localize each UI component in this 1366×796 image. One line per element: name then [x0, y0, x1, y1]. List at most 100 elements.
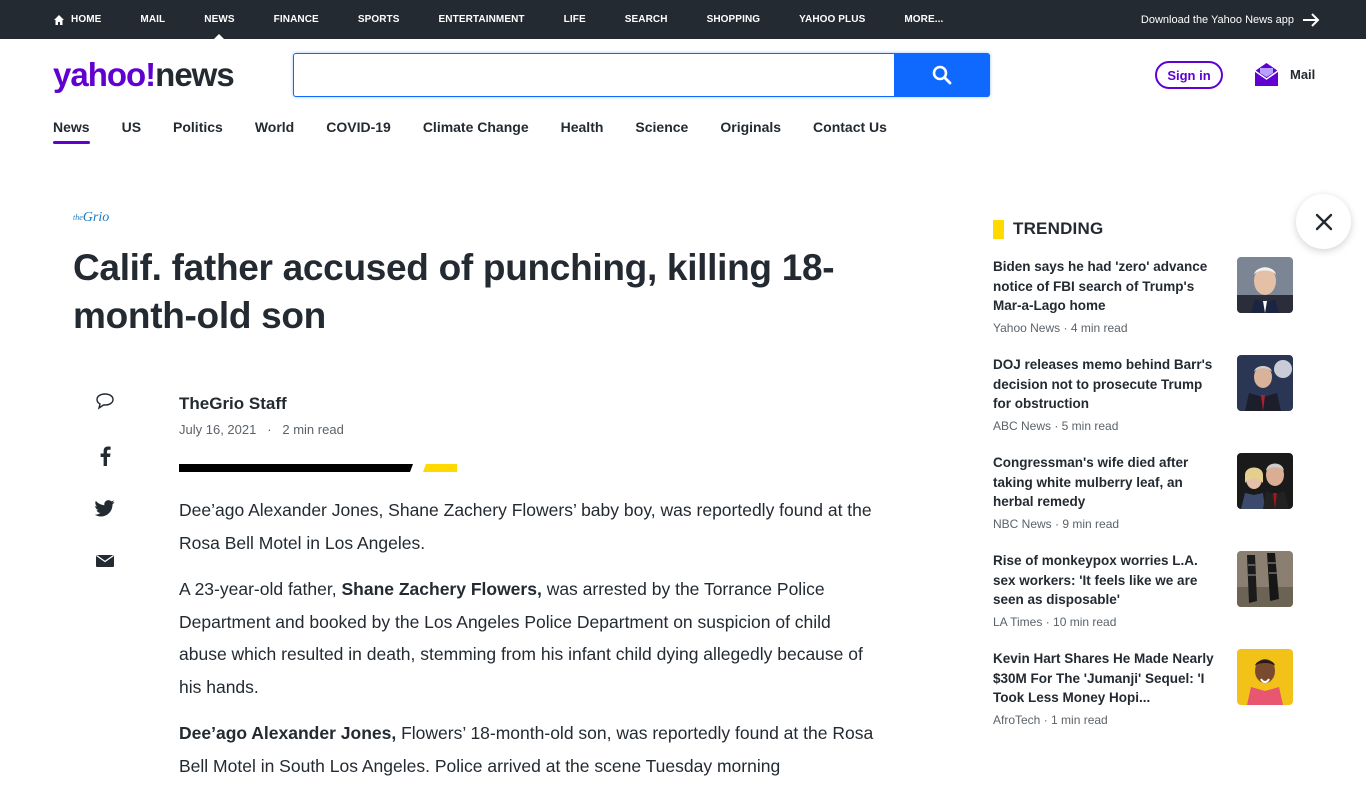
section-tab-world[interactable]: World	[255, 118, 294, 144]
comment-button[interactable]	[94, 392, 116, 446]
trending-item[interactable]: Rise of monkeypox worries L.A. sex worke…	[993, 551, 1293, 649]
top-nav-life-label: Life	[563, 14, 586, 25]
top-nav-news-label: News	[204, 14, 235, 25]
trending-accent-bar	[993, 219, 1004, 239]
trending-item-source: LA Times · 10 min read	[993, 615, 1117, 629]
top-nav-more[interactable]: More...	[904, 0, 943, 39]
top-nav-life[interactable]: Life	[564, 0, 586, 39]
read-time: 2 min read	[282, 422, 344, 437]
article-paragraph-3: Dee’ago Alexander Jones, Flowers’ 18-mon…	[179, 717, 879, 782]
logo-news-text: news	[155, 56, 235, 93]
home-icon	[54, 14, 64, 25]
mail-icon	[1254, 63, 1279, 86]
trending-thumbnail-image[interactable]	[1237, 649, 1293, 705]
comment-icon	[96, 393, 114, 410]
article-paragraph-2: A 23-year-old father, Shane Zachery Flow…	[179, 573, 879, 703]
top-nav-yahoo-plus[interactable]: Yahoo Plus	[799, 0, 865, 39]
yahoo-news-logo[interactable]: yahoo!news	[53, 56, 235, 94]
facebook-icon	[100, 446, 111, 466]
trending-title: TRENDING	[1013, 219, 1104, 238]
top-navigation-bar: Home Mail News Finance Sports Entertainm…	[0, 0, 1366, 39]
trending-item-source: AfroTech · 1 min read	[993, 713, 1108, 727]
section-tab-health[interactable]: Health	[561, 118, 604, 144]
search-icon	[932, 65, 952, 85]
arrow-right-icon	[1303, 12, 1320, 27]
top-nav-links: Home Mail News Finance Sports Entertainm…	[53, 0, 982, 39]
trending-item[interactable]: Kevin Hart Shares He Made Nearly $30M Fo…	[993, 649, 1293, 747]
top-nav-yahoo-plus-label: Yahoo Plus	[799, 14, 866, 25]
top-nav-shopping-label: Shopping	[706, 14, 761, 25]
section-tab-us[interactable]: US	[122, 118, 141, 144]
trending-item-title[interactable]: Biden says he had 'zero' advance notice …	[993, 257, 1215, 316]
section-tab-politics[interactable]: Politics	[173, 118, 223, 144]
logo-yahoo-text: yahoo!	[53, 56, 156, 93]
trending-thumbnail-image[interactable]	[1237, 453, 1293, 509]
facebook-share-button[interactable]	[94, 446, 116, 500]
twitter-share-button[interactable]	[94, 500, 116, 554]
section-tab-climate-change[interactable]: Climate Change	[423, 118, 529, 144]
section-tab-covid-19[interactable]: COVID-19	[326, 118, 391, 144]
email-icon	[96, 554, 114, 567]
top-nav-mail[interactable]: Mail	[140, 0, 165, 39]
top-nav-mail-label: Mail	[140, 14, 166, 25]
top-nav-home[interactable]: Home	[53, 0, 101, 39]
twitter-icon	[95, 500, 115, 517]
trending-thumbnail-image[interactable]	[1237, 355, 1293, 411]
top-nav-sports[interactable]: Sports	[358, 0, 400, 39]
trending-item-title[interactable]: Rise of monkeypox worries L.A. sex worke…	[993, 551, 1215, 610]
search-box	[293, 53, 990, 97]
trending-thumbnail-image[interactable]	[1237, 257, 1293, 313]
article-paragraph-1: Dee’ago Alexander Jones, Shane Zachery F…	[179, 500, 872, 553]
paragraph-2-name: Shane Zachery Flowers,	[341, 579, 542, 599]
source-logo-thegrio[interactable]: theGrio	[73, 210, 109, 226]
trending-item-title[interactable]: Kevin Hart Shares He Made Nearly $30M Fo…	[993, 649, 1215, 708]
top-nav-search-label: Search	[624, 14, 668, 25]
top-nav-home-label: Home	[71, 14, 102, 25]
top-nav-entertainment[interactable]: Entertainment	[439, 0, 525, 39]
search-button[interactable]	[894, 53, 990, 97]
close-button[interactable]	[1296, 194, 1351, 249]
section-tab-science[interactable]: Science	[635, 118, 688, 144]
top-nav-finance[interactable]: Finance	[274, 0, 319, 39]
trending-item[interactable]: DOJ releases memo behind Barr's decision…	[993, 355, 1293, 453]
trending-item-source: NBC News · 9 min read	[993, 517, 1120, 531]
top-nav-news[interactable]: News	[204, 0, 235, 39]
search-input[interactable]	[294, 54, 894, 96]
mail-label: Mail	[1290, 66, 1316, 82]
top-nav-more-label: More...	[904, 14, 944, 25]
trending-item-title[interactable]: DOJ releases memo behind Barr's decision…	[993, 355, 1215, 414]
meta-separator: ·	[259, 422, 279, 437]
mail-link[interactable]: Mail	[1254, 61, 1315, 87]
trending-item[interactable]: Congressman's wife died after taking whi…	[993, 453, 1293, 551]
source-logo-the: the	[73, 213, 83, 222]
download-app-label: Download the Yahoo News app	[1140, 13, 1294, 26]
article-meta: July 16, 2021 · 2 min read	[179, 422, 344, 437]
top-nav-sports-label: Sports	[357, 14, 400, 25]
section-tab-originals[interactable]: Originals	[720, 118, 781, 144]
top-nav-finance-label: Finance	[273, 14, 319, 25]
trending-item-title[interactable]: Congressman's wife died after taking whi…	[993, 453, 1215, 512]
sign-in-button[interactable]: Sign in	[1155, 61, 1223, 89]
section-tab-contact-us[interactable]: Contact Us	[813, 118, 887, 144]
trending-item[interactable]: Biden says he had 'zero' advance notice …	[993, 257, 1293, 355]
trending-list: Biden says he had 'zero' advance notice …	[993, 257, 1293, 747]
section-tab-news[interactable]: News	[53, 118, 90, 144]
section-navigation: News US Politics World COVID-19 Climate …	[53, 118, 919, 144]
top-nav-entertainment-label: Entertainment	[438, 14, 525, 25]
paragraph-2-intro: A 23-year-old father,	[179, 579, 342, 599]
publish-date: July 16, 2021	[179, 422, 257, 437]
download-app-link[interactable]: Download the Yahoo News app	[1141, 0, 1320, 39]
author-name[interactable]: TheGrio Staff	[179, 394, 344, 414]
article-headline: Calif. father accused of punching, killi…	[73, 247, 835, 336]
top-nav-search[interactable]: Search	[625, 0, 668, 39]
paragraph-3-name: Dee’ago Alexander Jones,	[179, 723, 397, 743]
top-nav-shopping[interactable]: Shopping	[707, 0, 761, 39]
trending-thumbnail-image[interactable]	[1237, 551, 1293, 607]
article-byline: TheGrio Staff July 16, 2021 · 2 min read	[179, 394, 344, 437]
trending-header: TRENDING	[993, 219, 1103, 239]
email-share-button[interactable]	[94, 554, 116, 608]
source-logo-name: Grio	[82, 210, 110, 225]
article-divider-graphic	[179, 464, 457, 472]
article-body: Dee’ago Alexander Jones, Shane Zachery F…	[179, 494, 879, 796]
close-icon	[1315, 213, 1332, 230]
